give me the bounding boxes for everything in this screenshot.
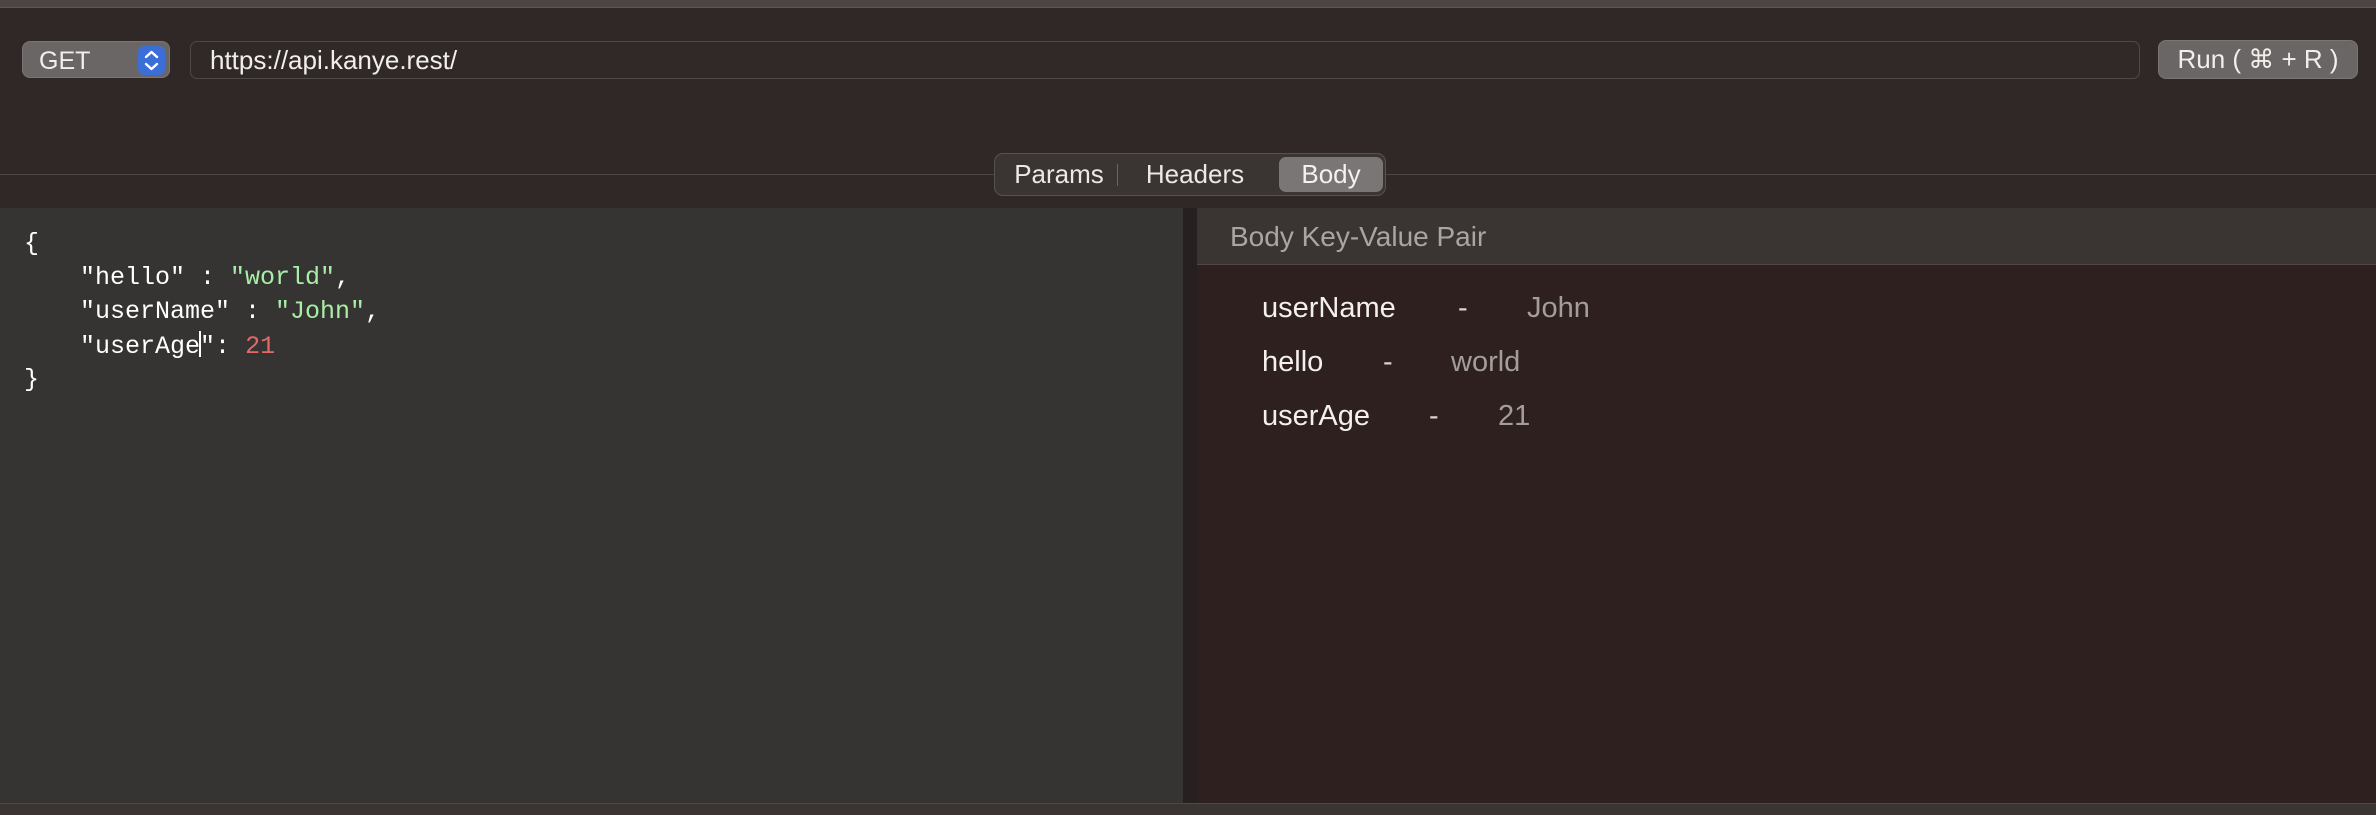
section-divider-right <box>1386 174 2376 175</box>
panel-header: Body Key-Value Pair <box>1197 208 2376 265</box>
pair-value: world <box>1451 346 1521 378</box>
json-trail: , <box>365 297 381 326</box>
json-separator: : <box>230 297 276 326</box>
json-separator: : <box>185 263 231 292</box>
json-key-end: " <box>200 332 216 361</box>
json-key: "userAge <box>80 332 201 361</box>
json-trail: , <box>335 263 351 292</box>
pair-value: 21 <box>1498 400 1531 432</box>
tab-headers[interactable]: Headers <box>1121 154 1269 195</box>
panel-title: Body Key-Value Pair <box>1230 221 1487 252</box>
pair-key: userName <box>1262 292 1396 324</box>
json-key: "hello" <box>80 263 186 292</box>
method-stepper-icon[interactable] <box>138 46 165 75</box>
pane-splitter[interactable] <box>1183 208 1197 803</box>
json-separator: : <box>215 332 246 361</box>
pair-dash: - <box>1458 292 1468 324</box>
json-value: "John" <box>275 297 366 326</box>
tab-bar: Params Headers Body <box>994 153 1386 196</box>
code-line: "userAge": 21 <box>80 331 275 361</box>
pair-key: hello <box>1262 346 1324 378</box>
url-input[interactable] <box>190 41 2140 79</box>
json-value: "world" <box>230 263 336 292</box>
section-divider-left <box>0 174 994 175</box>
json-body-editor[interactable]: { "hello" : "world", "userName" : "John"… <box>0 208 1183 803</box>
key-value-panel: Body Key-Value Pair userName - John hell… <box>1197 208 2376 803</box>
code-line: "userName" : "John", <box>80 297 380 326</box>
code-line: "hello" : "world", <box>80 263 350 292</box>
window-top-edge <box>0 0 2376 8</box>
method-label: GET <box>39 47 91 75</box>
method-select[interactable]: GET <box>22 41 170 78</box>
tab-separator <box>1117 164 1118 186</box>
json-value: 21 <box>245 332 276 361</box>
window-bottom-edge <box>0 803 2376 815</box>
json-key: "userName" <box>80 297 231 326</box>
open-brace: { <box>24 229 40 258</box>
tab-params[interactable]: Params <box>1003 154 1115 195</box>
pair-key: userAge <box>1262 400 1371 432</box>
close-brace: } <box>24 365 40 394</box>
run-button[interactable]: Run ( ⌘ + R ) <box>2158 40 2358 79</box>
tab-body[interactable]: Body <box>1279 157 1383 192</box>
pair-dash: - <box>1383 346 1393 378</box>
pair-dash: - <box>1429 400 1439 432</box>
pair-value: John <box>1527 292 1590 324</box>
